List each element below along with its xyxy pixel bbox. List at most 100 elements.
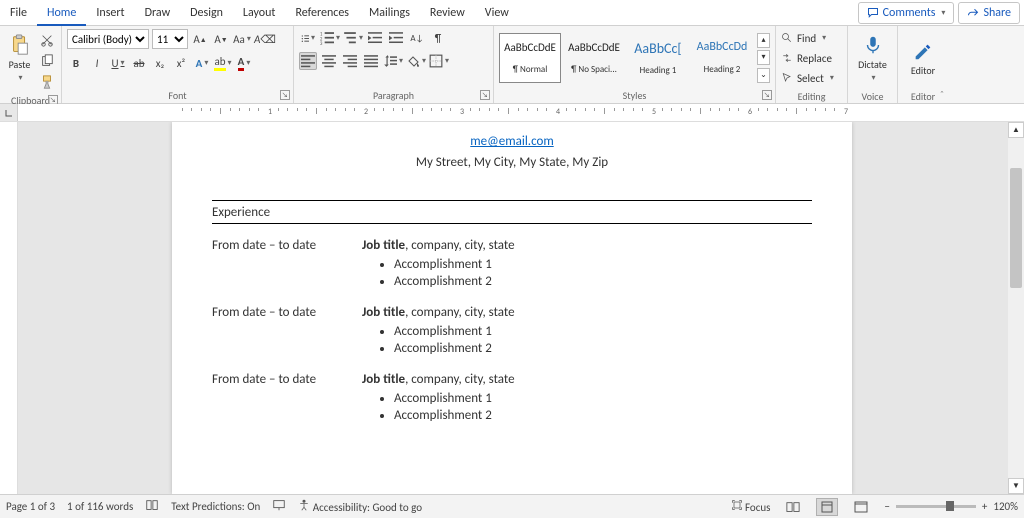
style-heading-2[interactable]: AaBbCcDdHeading 2 <box>691 33 753 83</box>
strike-button[interactable]: ab <box>130 54 148 72</box>
change-case-button[interactable]: Aa▾ <box>233 30 251 48</box>
italic-button[interactable]: I <box>88 54 106 72</box>
align-right-button[interactable] <box>341 52 359 70</box>
outdent-icon <box>368 31 382 45</box>
collapse-ribbon-button[interactable]: ˆ <box>940 88 944 101</box>
decrease-indent-button[interactable] <box>366 29 384 47</box>
zoom-in-button[interactable]: + <box>982 500 987 513</box>
vertical-scrollbar[interactable]: ▲ ▼ <box>1008 122 1024 494</box>
superscript-button[interactable]: x² <box>172 54 190 72</box>
bold-button[interactable]: B <box>67 54 85 72</box>
dictate-button[interactable]: Dictate▾ <box>853 29 892 87</box>
read-icon <box>786 501 800 513</box>
multilevel-icon <box>343 31 357 45</box>
tab-design[interactable]: Design <box>180 0 233 26</box>
borders-button[interactable]: ▾ <box>429 52 449 70</box>
scroll-up-button[interactable]: ▲ <box>1008 122 1024 138</box>
svg-text:3: 3 <box>320 42 323 45</box>
style---no-spaci---[interactable]: AaBbCcDdE¶ No Spaci... <box>563 33 625 83</box>
clear-formatting-button[interactable]: A⌫ <box>254 30 276 48</box>
horizontal-ruler[interactable]: 1234567 <box>0 104 1024 122</box>
text-effects-button[interactable]: A▾ <box>193 54 211 72</box>
scroll-down-button[interactable]: ▼ <box>1008 478 1024 494</box>
experience-entry: From date – to dateJob title, company, c… <box>212 305 812 358</box>
paste-button[interactable]: Paste ▾ <box>5 29 34 87</box>
tab-references[interactable]: References <box>285 0 359 26</box>
font-color-button[interactable]: A▾ <box>235 54 253 72</box>
indent-icon <box>389 31 403 45</box>
select-button[interactable]: Select▾ <box>781 69 834 87</box>
display-settings-button[interactable] <box>272 498 286 515</box>
justify-button[interactable] <box>362 52 380 70</box>
align-left-button[interactable] <box>299 52 317 70</box>
tab-view[interactable]: View <box>475 0 519 26</box>
web-layout-button[interactable] <box>850 498 872 516</box>
gallery-up-button[interactable]: ▴ <box>757 33 770 48</box>
vertical-ruler[interactable] <box>0 122 18 494</box>
find-button[interactable]: Find▾ <box>781 29 834 47</box>
paragraph-dialog-launcher[interactable]: ↘ <box>480 90 490 100</box>
print-layout-icon <box>820 501 834 513</box>
bullets-button[interactable]: ▾ <box>299 29 317 47</box>
print-layout-button[interactable] <box>816 498 838 516</box>
shading-button[interactable]: ▾ <box>406 52 426 70</box>
editing-group-label: Editing <box>798 90 826 103</box>
divider <box>212 223 812 224</box>
web-icon <box>854 501 868 513</box>
book-icon <box>145 498 159 512</box>
subscript-button[interactable]: x₂ <box>151 54 169 72</box>
underline-button[interactable]: U▾ <box>109 54 127 72</box>
font-dialog-launcher[interactable]: ↘ <box>280 90 290 100</box>
zoom-level[interactable]: 120% <box>993 500 1018 513</box>
chevron-down-icon: ▾ <box>941 8 945 18</box>
tab-layout[interactable]: Layout <box>233 0 286 26</box>
numbering-button[interactable]: 123▾ <box>320 29 340 47</box>
grow-font-button[interactable]: A▲ <box>191 30 209 48</box>
font-name-combo[interactable]: Calibri (Body) <box>67 29 149 49</box>
tab-selector-icon[interactable] <box>4 108 14 118</box>
line-spacing-button[interactable]: ▾ <box>383 52 403 70</box>
cut-button[interactable] <box>38 31 56 49</box>
editor-icon <box>912 40 934 62</box>
styles-dialog-launcher[interactable]: ↘ <box>762 90 772 100</box>
style-heading-1[interactable]: AaBbCc[Heading 1 <box>627 33 689 83</box>
format-painter-button[interactable] <box>38 73 56 91</box>
show-marks-button[interactable]: ¶ <box>429 29 447 47</box>
styles-group-label: Styles <box>623 89 647 102</box>
shrink-font-button[interactable]: A▼ <box>212 30 230 48</box>
tab-home[interactable]: Home <box>37 0 86 26</box>
highlight-button[interactable]: ab▾ <box>214 54 232 72</box>
replace-icon <box>781 52 793 64</box>
tab-insert[interactable]: Insert <box>86 0 134 26</box>
text-predictions-indicator[interactable]: Text Predictions: On <box>171 500 260 513</box>
editor-button[interactable]: Editor <box>903 29 943 87</box>
read-mode-button[interactable] <box>782 498 804 516</box>
gallery-down-button[interactable]: ▾ <box>757 50 770 65</box>
tab-draw[interactable]: Draw <box>135 0 181 26</box>
accessibility-indicator[interactable]: Accessibility: Good to go <box>298 499 422 514</box>
replace-button[interactable]: Replace <box>781 49 834 67</box>
scroll-thumb[interactable] <box>1010 168 1022 288</box>
tab-review[interactable]: Review <box>420 0 475 26</box>
share-button[interactable]: Share <box>958 2 1020 24</box>
style---normal[interactable]: AaBbCcDdE¶ Normal <box>499 33 561 83</box>
increase-indent-button[interactable] <box>387 29 405 47</box>
tab-file[interactable]: File <box>0 0 37 26</box>
page-indicator[interactable]: Page 1 of 3 <box>6 500 55 513</box>
zoom-out-button[interactable]: − <box>884 500 889 513</box>
focus-button[interactable]: Focus <box>731 499 771 514</box>
zoom-slider[interactable] <box>896 505 976 508</box>
document-page[interactable]: me@email.com My Street, My City, My Stat… <box>172 122 852 494</box>
zoom-knob[interactable] <box>946 501 954 511</box>
gallery-more-button[interactable]: ⌄ <box>757 68 770 83</box>
multilevel-list-button[interactable]: ▾ <box>343 29 363 47</box>
comments-button[interactable]: Comments ▾ <box>858 2 955 24</box>
align-center-button[interactable] <box>320 52 338 70</box>
spellcheck-button[interactable] <box>145 498 159 515</box>
tab-mailings[interactable]: Mailings <box>359 0 420 26</box>
copy-button[interactable] <box>38 52 56 70</box>
font-size-combo[interactable]: 11 <box>152 29 188 49</box>
word-count[interactable]: 1 of 116 words <box>67 500 133 513</box>
sort-button[interactable]: A↓ <box>408 29 426 47</box>
email-link[interactable]: me@email.com <box>470 134 553 149</box>
